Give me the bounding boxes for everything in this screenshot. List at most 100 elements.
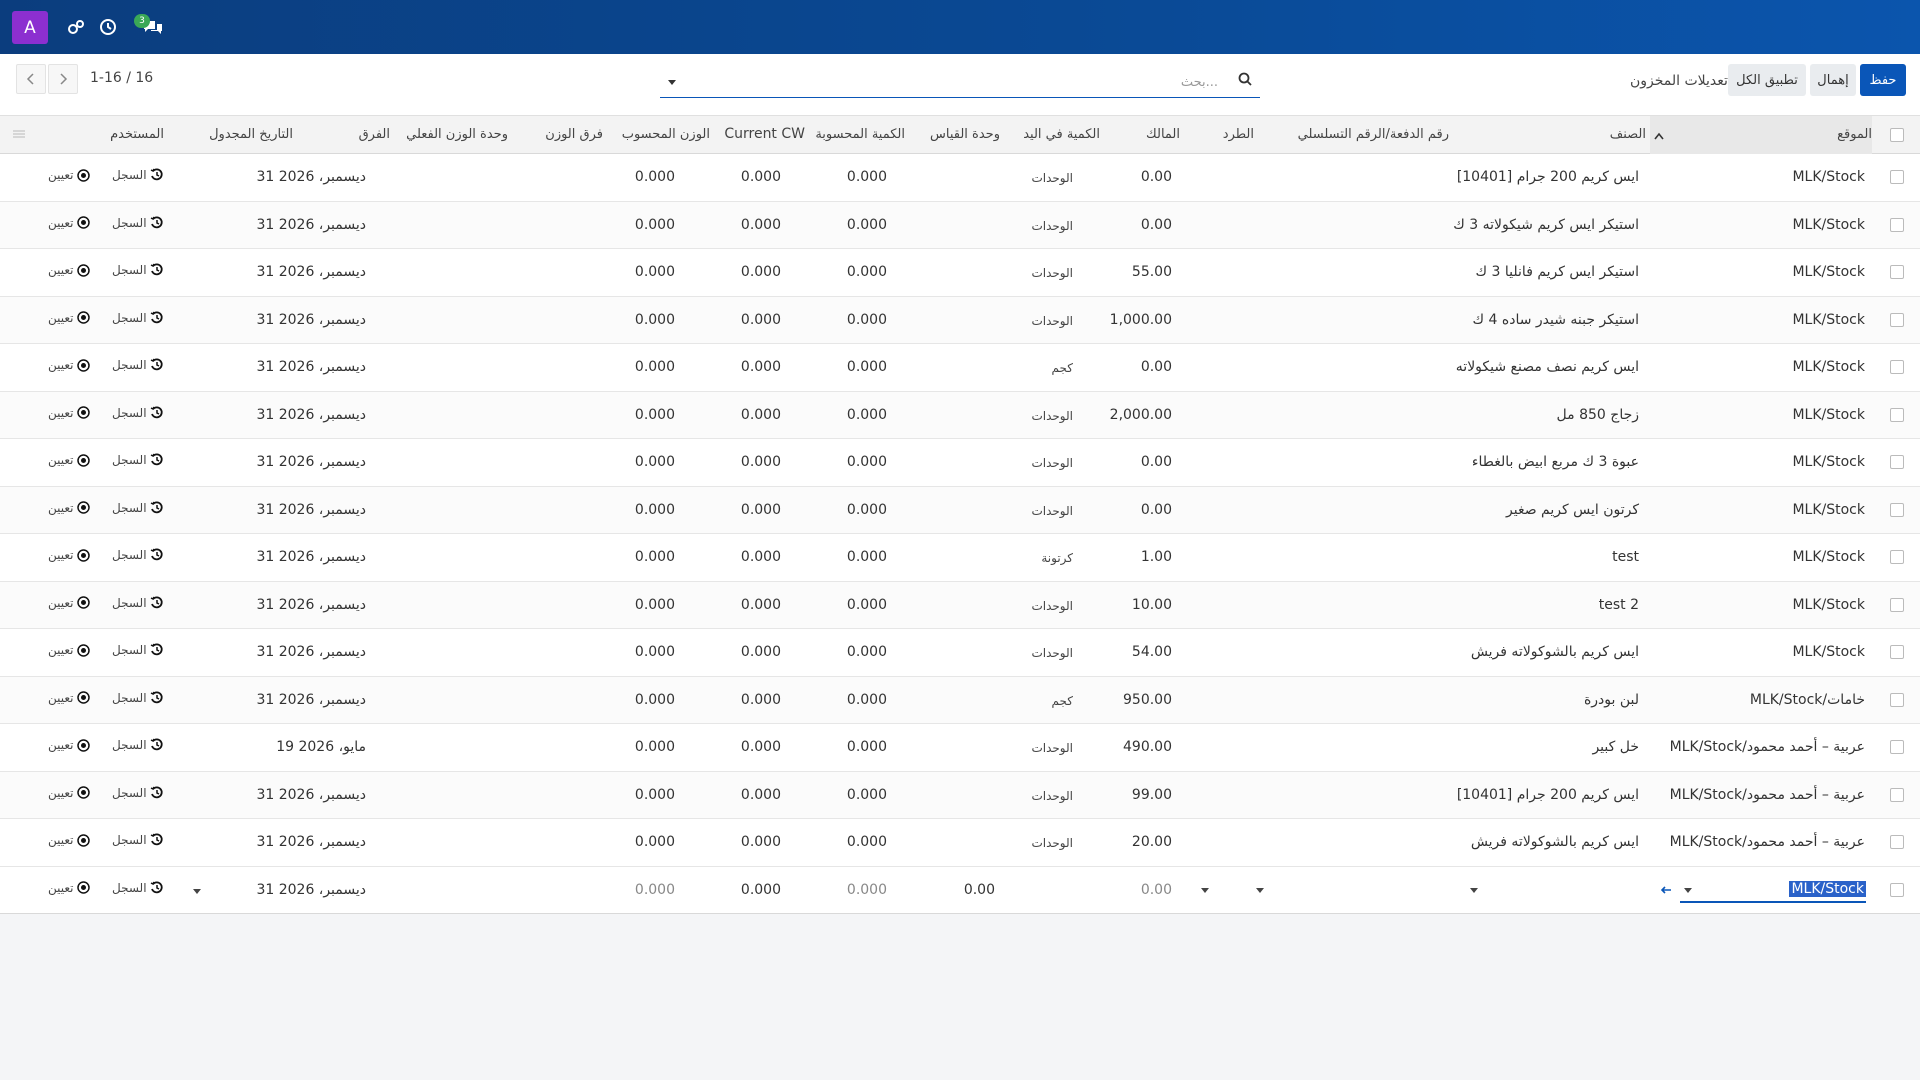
column-header-location[interactable]: الموقع <box>1837 127 1872 142</box>
table-row[interactable]: MLK/Stock/عربية – أحمد محمود خل كبير 490… <box>0 724 1920 772</box>
owner-dropdown-chevron-down-icon[interactable] <box>1201 887 1209 893</box>
column-header-actual-weight-uom[interactable]: وحدة الوزن الفعلي <box>406 127 508 142</box>
history-button[interactable]: السجل <box>112 501 164 515</box>
row-checkbox[interactable] <box>1890 835 1904 849</box>
history-button[interactable]: السجل <box>112 216 164 230</box>
column-header-lot[interactable]: رقم الدفعة/الرقم التسلسلي <box>1298 127 1449 142</box>
row-checkbox[interactable] <box>1890 360 1904 374</box>
column-settings-icon[interactable] <box>12 128 26 144</box>
row-checkbox[interactable] <box>1890 597 1904 612</box>
column-header-package[interactable]: الطرد <box>1223 127 1254 142</box>
history-button[interactable]: السجل <box>112 833 164 847</box>
column-header-weight-diff[interactable]: فرق الوزن <box>545 127 603 142</box>
product-dropdown-chevron-down-icon[interactable] <box>1470 887 1478 893</box>
history-button[interactable]: السجل <box>112 406 164 420</box>
table-row[interactable]: MLK/Stock كرتون ايس كريم صغير 0.00 الوحد… <box>0 486 1920 534</box>
scheduled-date-input[interactable]: 31 ديسمبر، 2026 <box>256 882 366 898</box>
table-row[interactable]: MLK/Stock [10401] ايس كريم 200 جرام 0.00… <box>0 154 1920 202</box>
history-button[interactable]: السجل <box>112 168 164 182</box>
table-row[interactable]: MLK/Stock استيكر جبنه شيدر ساده 4 ك 1,00… <box>0 296 1920 344</box>
column-header-difference[interactable]: الفرق <box>359 127 390 142</box>
row-checkbox[interactable] <box>1890 740 1904 754</box>
location-dropdown-chevron-down-icon[interactable] <box>1684 887 1692 893</box>
table-row[interactable]: MLK/Stock/عربية – أحمد محمود ايس كريم با… <box>0 819 1920 867</box>
user-dropdown-chevron-down-icon[interactable] <box>193 888 201 894</box>
discard-button[interactable]: إهمال <box>1810 64 1856 96</box>
row-checkbox[interactable] <box>1890 455 1904 469</box>
history-button[interactable]: السجل <box>112 453 164 467</box>
row-checkbox[interactable] <box>1890 692 1904 707</box>
set-button[interactable]: تعيين <box>48 453 90 467</box>
settings-cog-icon[interactable] <box>63 14 89 40</box>
set-button[interactable]: تعيين <box>48 596 90 610</box>
set-button[interactable]: تعيين <box>48 548 90 562</box>
package-dropdown-chevron-down-icon[interactable] <box>1256 887 1264 893</box>
history-button[interactable]: السجل <box>112 596 164 610</box>
column-header-uom[interactable]: وحدة القياس <box>930 127 1000 142</box>
select-all-checkbox[interactable] <box>1890 128 1904 142</box>
row-checkbox[interactable] <box>1890 502 1904 517</box>
table-row[interactable]: MLK/Stock ايس كريم بالشوكولاته فريش 54.0… <box>0 629 1920 677</box>
set-button[interactable]: تعيين <box>48 263 90 277</box>
location-internal-link-arrow-icon[interactable] <box>1660 884 1672 900</box>
row-checkbox[interactable] <box>1890 265 1904 279</box>
column-header-current-cw[interactable]: Current CW <box>724 126 805 142</box>
set-button[interactable]: تعيين <box>48 311 90 325</box>
search-options-chevron-down-icon[interactable] <box>668 80 676 85</box>
search-input[interactable] <box>684 70 1218 94</box>
table-row[interactable]: MLK/Stock test 2 10.00 الوحدات 0.000 0.0… <box>0 581 1920 629</box>
table-row[interactable]: MLK/Stock/خامات لبن بودرة 950.00 كجم 0.0… <box>0 676 1920 724</box>
history-button[interactable]: السجل <box>112 786 164 800</box>
location-field[interactable]: MLK/Stock <box>1680 879 1866 903</box>
product-field[interactable] <box>1470 878 1638 903</box>
column-header-on-hand[interactable]: الكمية في اليد <box>1023 127 1100 142</box>
set-button[interactable]: تعيين <box>48 406 90 420</box>
save-button[interactable]: حفظ <box>1860 64 1906 96</box>
clock-icon[interactable] <box>95 14 121 40</box>
history-button[interactable]: السجل <box>112 738 164 752</box>
table-row-editing[interactable]: MLK/Stock 0.00 0.00 0.000 0.000 0.000 31… <box>0 866 1920 914</box>
table-row[interactable]: MLK/Stock ايس كريم نصف مصنع شيكولاته 0.0… <box>0 344 1920 392</box>
table-row[interactable]: MLK/Stock استيكر ايس كريم فانليا 3 ك 55.… <box>0 249 1920 297</box>
column-header-product[interactable]: الصنف <box>1610 127 1646 142</box>
set-button[interactable]: تعيين <box>48 691 90 705</box>
row-checkbox[interactable] <box>1890 312 1904 327</box>
row-checkbox[interactable] <box>1890 645 1904 659</box>
row-checkbox[interactable] <box>1890 217 1904 232</box>
row-checkbox[interactable] <box>1890 882 1904 897</box>
set-button[interactable]: تعيين <box>48 643 90 657</box>
row-checkbox[interactable] <box>1890 407 1904 422</box>
sort-ascending-icon[interactable] <box>1653 129 1665 145</box>
set-button[interactable]: تعيين <box>48 786 90 800</box>
row-checkbox[interactable] <box>1890 787 1904 802</box>
table-row[interactable]: MLK/Stock test 1.00 كرتونة 0.000 0.000 0… <box>0 534 1920 582</box>
pager-value[interactable]: 1-16 / 16 <box>90 70 153 86</box>
table-row[interactable]: MLK/Stock استيكر ايس كريم شيكولاته 3 ك 0… <box>0 201 1920 249</box>
set-button[interactable]: تعيين <box>48 738 90 752</box>
pager-next-button[interactable] <box>48 64 78 94</box>
table-row[interactable]: MLK/Stock/عربية – أحمد محمود [10401] ايس… <box>0 771 1920 819</box>
set-button[interactable]: تعيين <box>48 168 90 182</box>
history-button[interactable]: السجل <box>112 881 164 895</box>
user-avatar[interactable]: A <box>12 11 48 44</box>
pager-previous-button[interactable] <box>16 64 46 94</box>
column-header-owner[interactable]: المالك <box>1146 127 1180 142</box>
set-button[interactable]: تعيين <box>48 501 90 515</box>
history-button[interactable]: السجل <box>112 643 164 657</box>
table-row[interactable]: MLK/Stock زجاج 850 مل 2,000.00 الوحدات 0… <box>0 391 1920 439</box>
column-header-counted[interactable]: الكمية المحسوبة <box>815 127 905 142</box>
column-header-user[interactable]: المستخدم <box>110 127 164 142</box>
history-button[interactable]: السجل <box>112 311 164 325</box>
counted-quantity-input[interactable]: 0.00 <box>964 882 995 898</box>
column-header-computed-weight[interactable]: الوزن المحسوب <box>622 127 710 142</box>
apply-all-button[interactable]: تطبيق الكل <box>1728 64 1806 96</box>
set-button[interactable]: تعيين <box>48 881 90 895</box>
row-checkbox[interactable] <box>1890 170 1904 184</box>
history-button[interactable]: السجل <box>112 358 164 372</box>
set-button[interactable]: تعيين <box>48 833 90 847</box>
history-button[interactable]: السجل <box>112 691 164 705</box>
history-button[interactable]: السجل <box>112 263 164 277</box>
history-button[interactable]: السجل <box>112 548 164 562</box>
column-header-scheduled-date[interactable]: التاريخ المجدول <box>209 127 293 142</box>
set-button[interactable]: تعيين <box>48 216 90 230</box>
